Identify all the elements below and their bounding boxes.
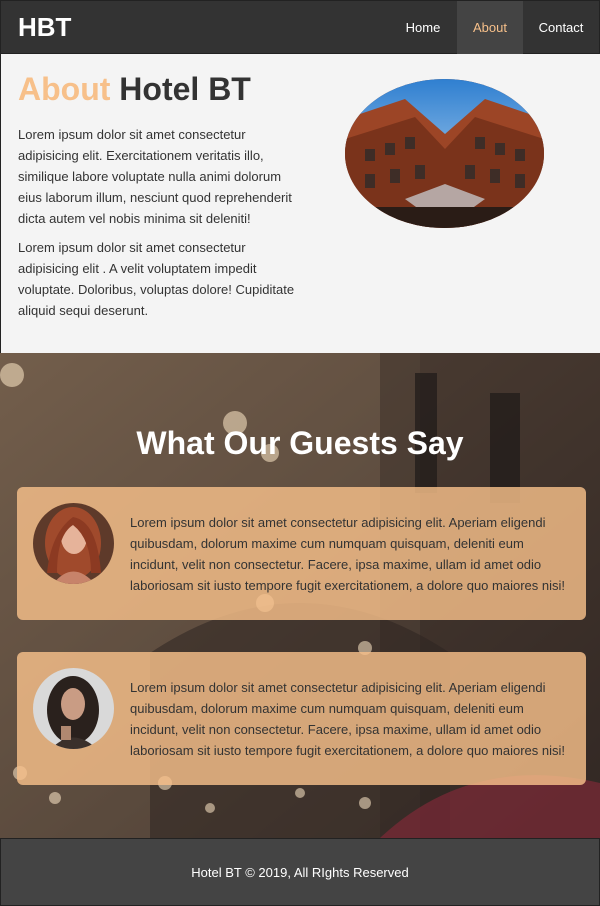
nav-link-about[interactable]: About bbox=[457, 1, 523, 54]
testimonial-card: Lorem ipsum dolor sit amet consectetur a… bbox=[17, 487, 586, 620]
guest-avatar bbox=[33, 503, 114, 584]
nav-link-contact[interactable]: Contact bbox=[523, 1, 599, 54]
testimonial-card: Lorem ipsum dolor sit amet consectetur a… bbox=[17, 652, 586, 785]
about-paragraph: Lorem ipsum dolor sit amet consectetur a… bbox=[18, 240, 295, 318]
about-section: About Hotel BT Lorem ipsum dolor sit ame… bbox=[0, 54, 600, 353]
about-paragraph: Lorem ipsum dolor sit amet consectetur a… bbox=[18, 127, 292, 226]
about-title-rest: Hotel BT bbox=[119, 71, 251, 107]
about-title: About Hotel BT bbox=[18, 71, 251, 108]
nav-link-home[interactable]: Home bbox=[389, 1, 457, 54]
footer: Hotel BT © 2019, All RIghts Reserved bbox=[0, 838, 600, 906]
navbar: HBT Home About Contact bbox=[0, 0, 600, 54]
testimonial-text: Lorem ipsum dolor sit amet consectetur a… bbox=[130, 515, 565, 593]
main-nav: Home About Contact bbox=[389, 1, 599, 55]
testimonial-text: Lorem ipsum dolor sit amet consectetur a… bbox=[130, 680, 565, 758]
brand-logo[interactable]: HBT bbox=[18, 12, 71, 43]
testimonials-heading: What Our Guests Say bbox=[136, 425, 464, 461]
footer-copyright: Hotel BT © 2019, All RIghts Reserved bbox=[191, 865, 409, 880]
guest-avatar bbox=[33, 668, 114, 749]
about-title-accent: About bbox=[18, 71, 111, 107]
hotel-building-image bbox=[345, 79, 544, 228]
testimonials-section: What Our Guests Say Lorem ipsum dolor si… bbox=[0, 353, 600, 838]
